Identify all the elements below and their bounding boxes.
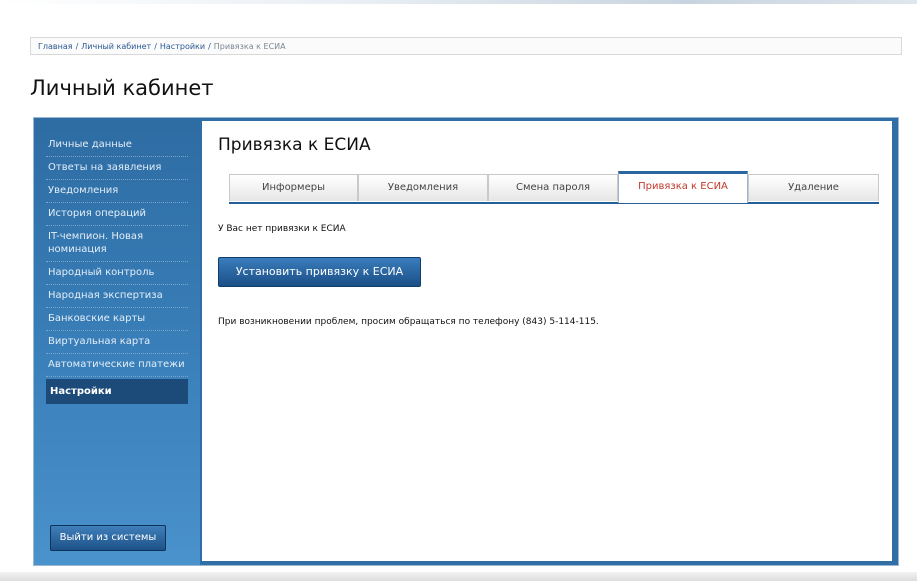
sidebar-item-personal-data[interactable]: Личные данные xyxy=(46,134,188,157)
sidebar-item-settings[interactable]: Настройки xyxy=(46,379,188,404)
breadcrumb: Главная / Личный кабинет / Настройки / Привязк… xyxy=(30,37,902,55)
top-accent-line xyxy=(0,0,917,4)
sidebar-item-auto-payments[interactable]: Автоматические платежи xyxy=(46,354,188,377)
tab-change-password[interactable]: Смена пароля xyxy=(488,174,618,201)
breadcrumb-settings[interactable]: Настройки xyxy=(160,42,205,51)
tab-notifications[interactable]: Уведомления xyxy=(358,174,488,201)
support-phone-note: При возникновении проблем, просим обраща… xyxy=(218,317,599,327)
main-content: Привязка к ЕСИА Информеры Уведомления См… xyxy=(202,121,892,561)
section-title: Привязка к ЕСИА xyxy=(218,135,371,155)
breadcrumb-separator: / xyxy=(75,42,79,51)
cabinet-frame: Личные данные Ответы на заявления Уведом… xyxy=(33,117,899,566)
sidebar-item-history[interactable]: История операций xyxy=(46,203,188,226)
sidebar-menu: Личные данные Ответы на заявления Уведом… xyxy=(34,118,200,404)
no-binding-message: У Вас нет привязки к ЕСИА xyxy=(218,224,346,234)
settings-tabs: Информеры Уведомления Смена пароля Привя… xyxy=(229,171,879,204)
page-title: Личный кабинет xyxy=(30,76,214,100)
logout-button[interactable]: Выйти из системы xyxy=(50,525,166,551)
sidebar: Личные данные Ответы на заявления Уведом… xyxy=(34,118,200,565)
sidebar-item-people-control[interactable]: Народный контроль xyxy=(46,262,188,285)
bottom-edge xyxy=(0,572,917,581)
tab-delete[interactable]: Удаление xyxy=(748,174,879,201)
sidebar-item-people-expertise[interactable]: Народная экспертиза xyxy=(46,285,188,308)
breadcrumb-current: Привязка к ЕСИА xyxy=(213,42,286,51)
breadcrumb-separator: / xyxy=(154,42,157,51)
tab-informers[interactable]: Информеры xyxy=(229,174,358,201)
bind-esia-button[interactable]: Установить привязку к ЕСИА xyxy=(218,257,421,287)
sidebar-item-virtual-card[interactable]: Виртуальная карта xyxy=(46,331,188,354)
breadcrumb-cabinet[interactable]: Личный кабинет xyxy=(81,42,151,51)
tab-esia-binding[interactable]: Привязка к ЕСИА xyxy=(618,171,748,203)
sidebar-item-it-champion[interactable]: IT-чемпион. Новая номинация xyxy=(46,226,188,262)
sidebar-item-notifications[interactable]: Уведомления xyxy=(46,180,188,203)
sidebar-item-bank-cards[interactable]: Банковские карты xyxy=(46,308,188,331)
breadcrumb-separator: / xyxy=(208,42,211,51)
sidebar-item-answers[interactable]: Ответы на заявления xyxy=(46,157,188,180)
breadcrumb-home[interactable]: Главная xyxy=(38,42,73,51)
